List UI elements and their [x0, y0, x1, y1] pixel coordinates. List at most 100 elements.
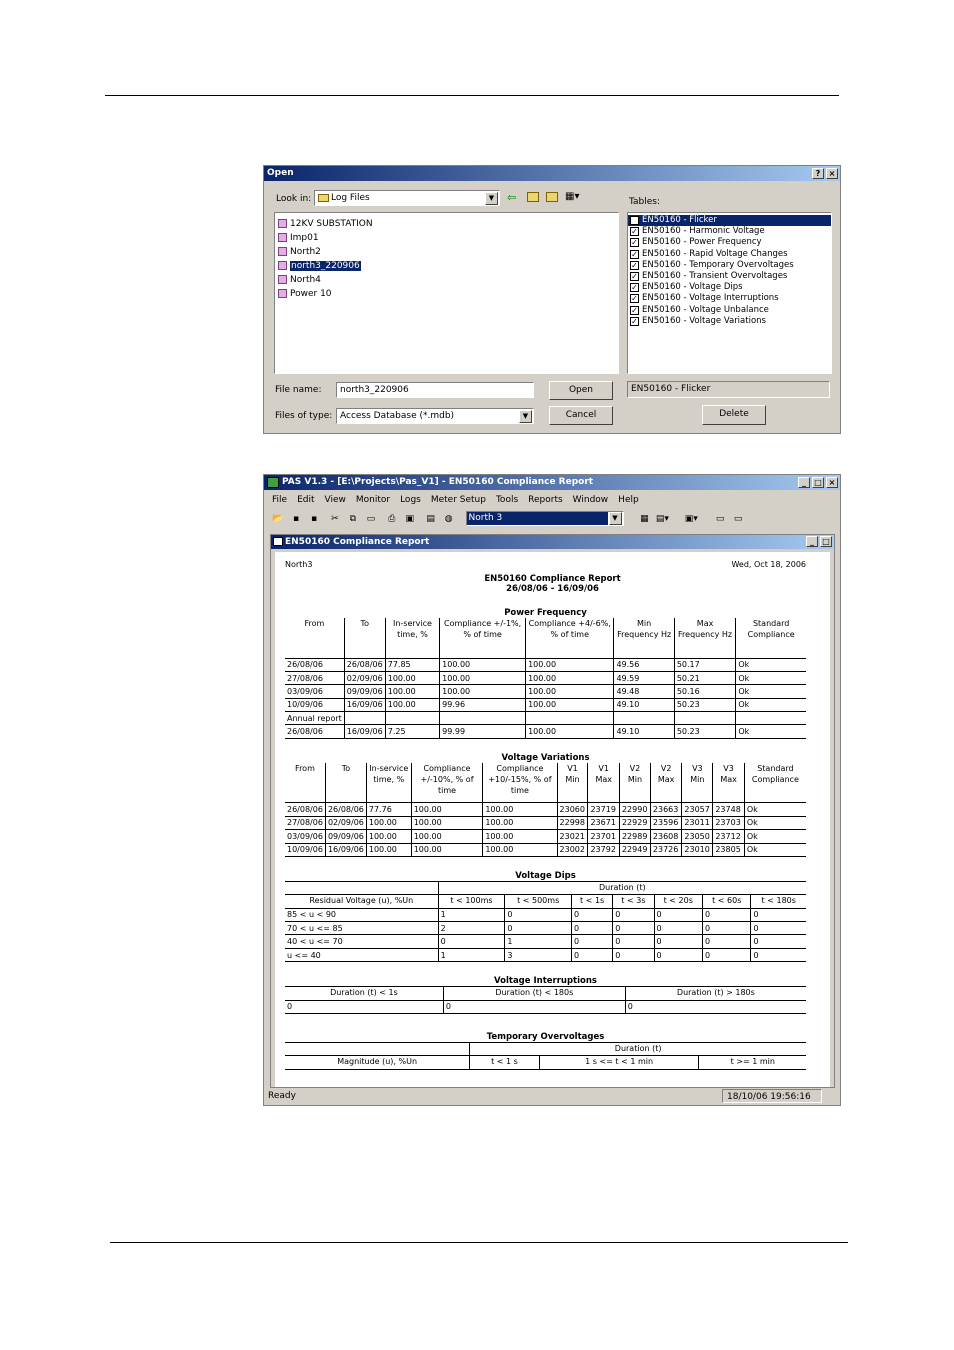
chevron-down-icon[interactable]: ▼	[485, 192, 498, 205]
save-icon[interactable]: ▪	[288, 512, 304, 526]
file-item[interactable]: Imp01	[275, 231, 618, 245]
checkbox-checked-icon[interactable]: ✓	[630, 227, 639, 237]
table-cell: 100.00	[482, 816, 558, 831]
open-button[interactable]: Open	[549, 381, 613, 400]
delete-button[interactable]: Delete	[702, 405, 766, 425]
file-name-field[interactable]: north3_220906	[336, 382, 534, 398]
child-titlebar: EN50160 Compliance Report _ □	[271, 535, 834, 549]
table-cell: 0	[570, 948, 613, 963]
close-button[interactable]: ×	[826, 168, 838, 179]
database-file-icon	[278, 219, 287, 228]
bottom-rule	[110, 1242, 848, 1243]
tables-label: Tables:	[629, 197, 660, 207]
table-cell: 100.00	[439, 684, 526, 699]
file-item[interactable]: North4	[275, 273, 618, 287]
status-left: Ready	[268, 1091, 296, 1101]
menu-item[interactable]: Monitor	[356, 495, 390, 505]
table-item[interactable]: ✓ EN50160 - Voltage Interruptions	[628, 293, 831, 304]
table-cell: 22990	[618, 802, 651, 817]
save-all-icon[interactable]: ▪	[306, 512, 322, 526]
table-cell: Ok	[735, 724, 806, 739]
child-minimize-button[interactable]: _	[806, 536, 818, 547]
chart-icon[interactable]: ▭	[712, 512, 728, 526]
menu-item[interactable]: Edit	[297, 495, 314, 505]
checkbox-checked-icon[interactable]: ✓	[630, 316, 639, 326]
table-row: u <= 40 1 3 0 0 0 0 0	[285, 948, 806, 963]
new-folder-icon[interactable]	[546, 192, 558, 202]
table-cell: 100.00	[410, 802, 483, 817]
child-maximize-button[interactable]: □	[820, 536, 832, 547]
table-cell: 10/09/06	[285, 843, 326, 857]
checkbox-checked-icon[interactable]: ✓	[630, 305, 639, 315]
connect-icon[interactable]: ◍	[441, 512, 457, 526]
table-cell: 0	[504, 908, 572, 923]
table-item[interactable]: ✓ EN50160 - Voltage Variations	[628, 316, 831, 327]
table-item[interactable]: ✓ EN50160 - Temporary Overvoltages	[628, 260, 831, 271]
menu-item[interactable]: View	[325, 495, 346, 505]
menu-item[interactable]: Window	[573, 495, 609, 505]
pf-table: From To In-service time, % Compliance +/-1%…	[285, 618, 806, 739]
table-cell: 1	[437, 948, 505, 963]
table-item-label: EN50160 - Harmonic Voltage	[642, 226, 765, 237]
table-row: 26/08/06 26/08/06 77.85 100.00 100.00 49.56 50…	[285, 658, 806, 672]
menu-item[interactable]: File	[272, 495, 287, 505]
chevron-down-icon[interactable]: ▼	[519, 410, 532, 423]
menu-item[interactable]: Tools	[496, 495, 518, 505]
export-icon[interactable]: ▣▾	[683, 512, 699, 526]
checkbox-checked-icon[interactable]: ✓	[630, 216, 639, 225]
menu-item[interactable]: Logs	[400, 495, 421, 505]
up-folder-icon[interactable]	[527, 192, 539, 202]
preview-icon[interactable]: ▣	[402, 512, 418, 526]
files-type-select[interactable]: Access Database (*.mdb) ▼	[336, 408, 534, 424]
table-item[interactable]: ✓ EN50160 - Power Frequency	[628, 237, 831, 248]
table-item[interactable]: ✓ EN50160 - Flicker	[628, 215, 831, 227]
checkbox-checked-icon[interactable]: ✓	[630, 238, 639, 248]
checkbox-checked-icon[interactable]: ✓	[630, 283, 639, 293]
open-dialog-titlebar: Open ? ×	[264, 166, 840, 181]
checkbox-checked-icon[interactable]: ✓	[630, 271, 639, 281]
open-icon[interactable]: 📂	[270, 512, 286, 526]
copy-icon[interactable]: ⧉	[345, 512, 361, 526]
properties-icon[interactable]: ▤	[423, 512, 439, 526]
file-item[interactable]: north3_220906	[275, 259, 618, 273]
close-button[interactable]: ×	[826, 477, 838, 488]
chevron-down-icon[interactable]: ▼	[608, 512, 622, 525]
table-cell: 22989	[618, 829, 651, 844]
back-icon[interactable]: ⇦	[507, 191, 516, 204]
table-item[interactable]: ✓ EN50160 - Harmonic Voltage	[628, 226, 831, 237]
cut-icon[interactable]: ✂	[327, 512, 343, 526]
file-item[interactable]: Power 10	[275, 287, 618, 301]
view-menu-icon[interactable]: ▦▾	[565, 191, 579, 202]
site-select[interactable]: North 3 ▼	[465, 511, 624, 526]
maximize-button[interactable]: □	[812, 477, 824, 488]
file-item[interactable]: 12KV SUBSTATION	[275, 217, 618, 231]
doc-icon	[273, 537, 283, 546]
print-icon[interactable]: ⎙	[384, 512, 400, 526]
paste-icon[interactable]: ▭	[363, 512, 379, 526]
table-cell: 0	[570, 934, 613, 949]
graph-icon[interactable]: ▭	[730, 512, 746, 526]
table-cell: 23703	[712, 816, 745, 831]
table-cell: 0	[624, 1000, 806, 1015]
file-item[interactable]: North2	[275, 245, 618, 259]
checkbox-checked-icon[interactable]: ✓	[630, 294, 639, 304]
menu-item[interactable]: Help	[618, 495, 639, 505]
checkbox-checked-icon[interactable]: ✓	[630, 260, 639, 270]
table-item[interactable]: ✓ EN50160 - Voltage Dips	[628, 282, 831, 293]
look-in-select[interactable]: Log Files ▼	[314, 190, 500, 206]
help-button[interactable]: ?	[812, 168, 824, 179]
table-item[interactable]: ✓ EN50160 - Transient Overvoltages	[628, 271, 831, 282]
table-cell: 23060	[556, 802, 588, 817]
report-icon[interactable]: ▤▾	[654, 512, 670, 526]
column-header: V1 Max	[587, 762, 620, 804]
table-cell: Ok	[743, 802, 806, 817]
cancel-button[interactable]: Cancel	[549, 406, 613, 425]
menu-item[interactable]: Meter Setup	[431, 495, 486, 505]
minimize-button[interactable]: _	[798, 477, 810, 488]
menu-item[interactable]: Reports	[528, 495, 563, 505]
table-item[interactable]: ✓ EN50160 - Voltage Unbalance	[628, 305, 831, 316]
table-icon[interactable]: ▦	[636, 512, 652, 526]
table-item[interactable]: ✓ EN50160 - Rapid Voltage Changes	[628, 249, 831, 260]
table-cell: 0	[612, 934, 655, 949]
checkbox-checked-icon[interactable]: ✓	[630, 249, 639, 259]
